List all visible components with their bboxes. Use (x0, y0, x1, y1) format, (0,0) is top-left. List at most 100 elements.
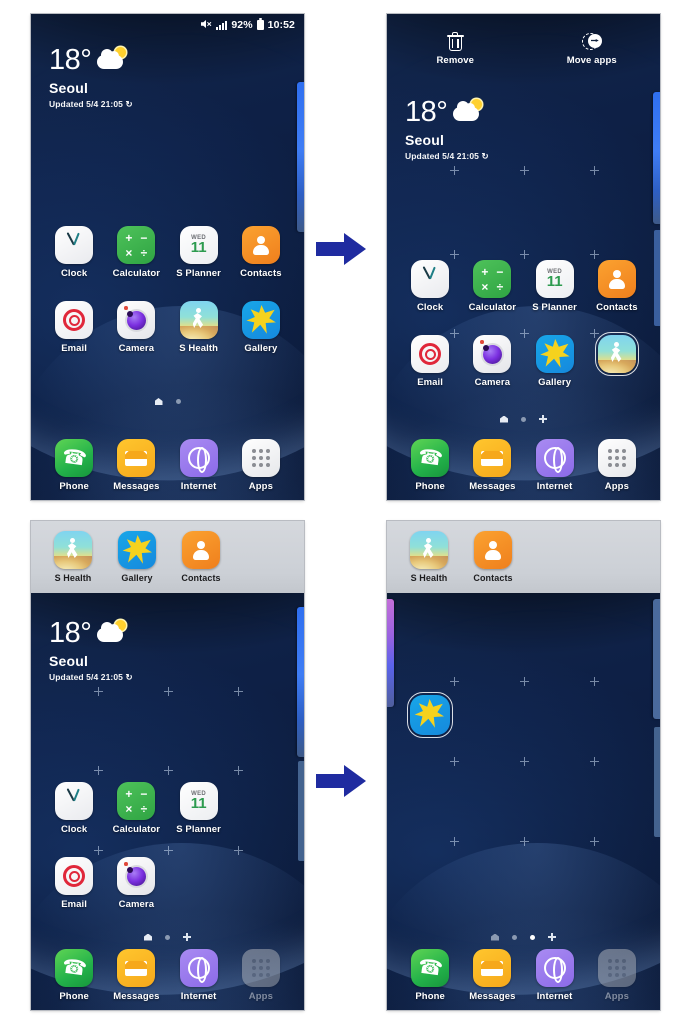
dock-app-messages[interactable]: Messages (105, 439, 167, 492)
edge-panel-strip-secondary[interactable] (654, 727, 660, 837)
edge-panel-strip[interactable] (653, 92, 660, 224)
dropped-app-gallery[interactable] (407, 692, 453, 738)
gallery-icon (118, 531, 156, 569)
dock-app-messages[interactable]: Messages (461, 949, 523, 1002)
add-page-icon[interactable] (183, 933, 191, 941)
page-indicator-dot[interactable] (512, 934, 517, 940)
page-indicator[interactable] (387, 933, 660, 941)
screenshot-stage: 92% 10:52 18° Seoul Updated 5/4 21:05 ↻ … (0, 0, 694, 1024)
edge-panel-strip[interactable] (297, 82, 304, 232)
app-s-health[interactable]: S Health (168, 301, 230, 354)
app-clock[interactable]: Clock (43, 226, 105, 279)
apps-grid-icon (597, 949, 636, 987)
app-camera[interactable]: Camera (461, 335, 523, 388)
app-label: S Planner (176, 824, 221, 835)
dock-app-internet[interactable]: Internet (168, 439, 230, 492)
dock-app-phone[interactable]: ☎ Phone (43, 949, 105, 1002)
clock-label: 10:52 (267, 19, 295, 31)
apps-grid-icon (241, 439, 280, 477)
tray-app-s-health[interactable]: S Health (41, 531, 105, 583)
dock-app-apps[interactable]: Apps (230, 439, 292, 492)
app-contacts[interactable]: Contacts (230, 226, 292, 279)
app-s-planner[interactable]: WED 11 S Planner (168, 782, 230, 835)
edge-panel-strip[interactable] (653, 599, 660, 719)
contacts-icon (182, 531, 220, 569)
app-label: Camera (118, 343, 155, 354)
weather-widget[interactable]: 18° Seoul Updated 5/4 21:05 ↻ (49, 46, 133, 110)
s-health-icon (594, 332, 639, 376)
weather-widget[interactable]: 18° Seoul Updated 5/4 21:05 ↻ (405, 98, 489, 162)
app-s-health-dragging[interactable] (586, 332, 648, 388)
move-apps-button[interactable]: Move apps (524, 32, 661, 66)
weather-temperature: 18° (405, 96, 448, 128)
edge-panel-strip[interactable] (297, 607, 304, 757)
contacts-icon (241, 226, 280, 264)
app-email[interactable]: Email (399, 335, 461, 388)
page-indicator-dot[interactable] (175, 399, 181, 404)
app-clock[interactable]: Clock (43, 782, 105, 835)
add-page-icon[interactable] (539, 415, 547, 423)
app-calculator[interactable]: + − × ÷ Calculator (105, 782, 167, 835)
page-indicator[interactable] (31, 398, 304, 405)
remove-button[interactable]: Remove (387, 32, 524, 66)
app-camera[interactable]: Camera (105, 301, 167, 354)
dock-app-apps[interactable]: Apps (586, 949, 648, 1002)
phone-icon: ☎ (55, 439, 94, 477)
app-label: Internet (536, 481, 573, 492)
messages-icon (473, 439, 512, 477)
page-indicator-dot-active[interactable] (530, 934, 535, 940)
dock-app-phone[interactable]: ☎ Phone (399, 439, 461, 492)
dock-app-apps[interactable]: Apps (586, 439, 648, 492)
tray-app-contacts[interactable]: Contacts (169, 531, 233, 583)
refresh-icon[interactable]: ↻ (481, 151, 488, 161)
page-indicator-home[interactable] (154, 398, 163, 405)
dock-app-apps[interactable]: Apps (230, 949, 292, 1002)
calculator-icon: + − × ÷ (473, 260, 512, 298)
app-slot-empty[interactable] (230, 782, 292, 835)
app-contacts[interactable]: Contacts (586, 260, 648, 313)
app-s-planner[interactable]: WED 11 S Planner (168, 226, 230, 279)
app-label: Messages (113, 991, 160, 1002)
app-calculator[interactable]: + − × ÷ Calculator (461, 260, 523, 313)
edge-panel-strip-left[interactable] (387, 599, 394, 707)
app-s-planner[interactable]: WED 11 S Planner (524, 260, 586, 313)
refresh-icon[interactable]: ↻ (125, 99, 132, 109)
tray-app-gallery[interactable]: Gallery (105, 531, 169, 583)
tray-app-s-health[interactable]: S Health (397, 531, 461, 583)
remove-label: Remove (436, 55, 475, 66)
app-slot-empty[interactable] (168, 857, 230, 910)
dock-app-phone[interactable]: ☎ Phone (399, 949, 461, 1002)
page-indicator-dot[interactable] (165, 934, 170, 940)
app-clock[interactable]: Clock (399, 260, 461, 313)
app-label: Internet (180, 991, 217, 1002)
arrow-panel3-to-panel4 (316, 765, 366, 797)
page-indicator-home[interactable] (491, 933, 499, 941)
weather-widget[interactable]: 18° Seoul Updated 5/4 21:05 ↻ (49, 619, 133, 683)
app-calculator[interactable]: + − × ÷ Calculator (105, 226, 167, 279)
add-page-icon[interactable] (548, 933, 556, 941)
dock-app-internet[interactable]: Internet (524, 439, 586, 492)
app-email[interactable]: Email (43, 301, 105, 354)
app-email[interactable]: Email (43, 857, 105, 910)
refresh-icon[interactable]: ↻ (125, 672, 132, 682)
app-label: Clock (416, 302, 444, 313)
page-indicator[interactable] (387, 415, 660, 423)
app-gallery[interactable]: Gallery (230, 301, 292, 354)
dock-app-internet[interactable]: Internet (168, 949, 230, 1002)
messages-icon (117, 949, 156, 987)
app-slot-empty[interactable] (230, 857, 292, 910)
dock-app-messages[interactable]: Messages (461, 439, 523, 492)
page-indicator[interactable] (31, 933, 304, 941)
app-label: Apps (604, 481, 629, 492)
app-camera[interactable]: Camera (105, 857, 167, 910)
tray-app-contacts[interactable]: Contacts (461, 531, 525, 583)
page-indicator-home[interactable] (500, 415, 508, 423)
dock-app-messages[interactable]: Messages (105, 949, 167, 1002)
s-health-icon (179, 301, 218, 339)
dock-app-internet[interactable]: Internet (524, 949, 586, 1002)
app-gallery[interactable]: Gallery (524, 335, 586, 388)
dock-app-phone[interactable]: ☎ Phone (43, 439, 105, 492)
partly-cloudy-icon (97, 620, 127, 644)
page-indicator-home[interactable] (144, 933, 152, 941)
page-indicator-dot[interactable] (521, 416, 526, 422)
